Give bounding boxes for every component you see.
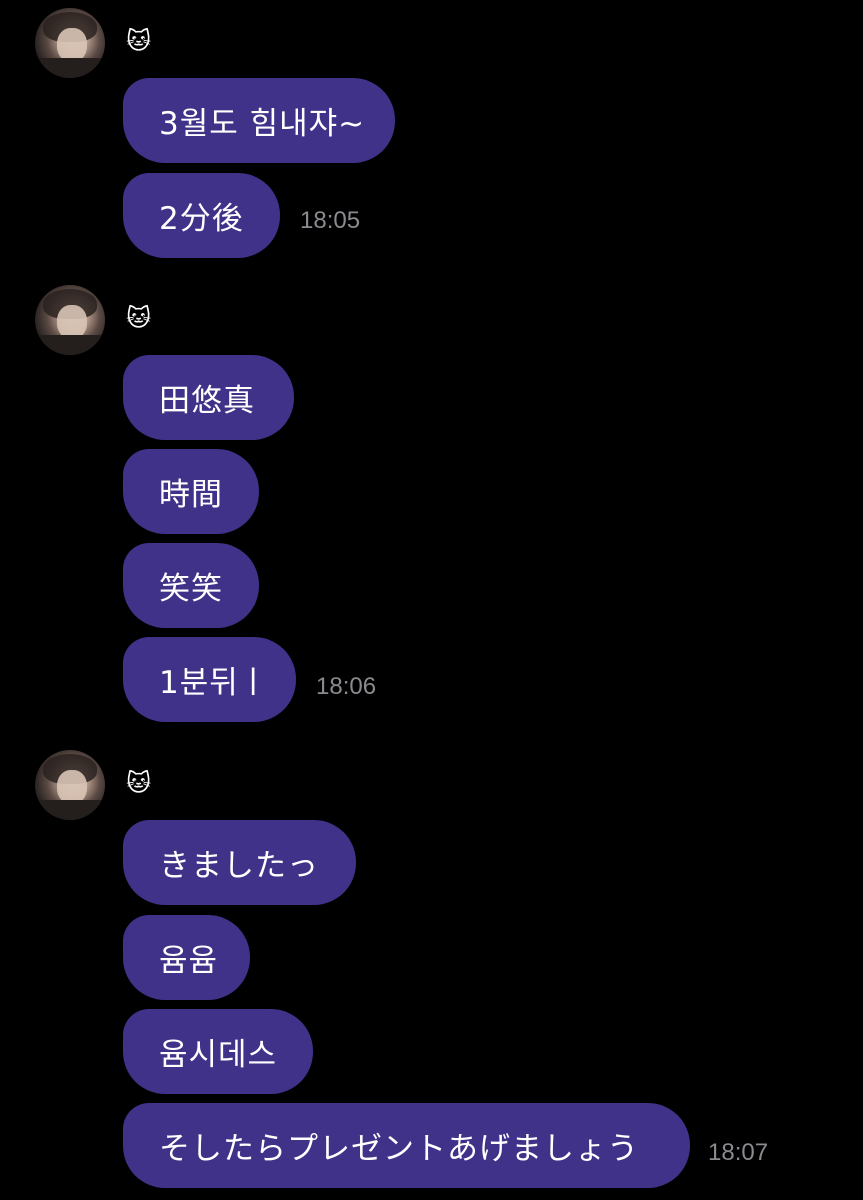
timestamp: 18:06: [316, 673, 377, 700]
sender-name: 🐱: [126, 27, 152, 55]
message-bubble[interactable]: そしたらプレゼントあげましょう: [123, 1103, 690, 1188]
avatar-face: [57, 28, 87, 62]
timestamp: 18:05: [300, 207, 361, 234]
avatar-face: [57, 770, 87, 804]
message-bubble[interactable]: きましたっ: [123, 820, 356, 905]
sender-name: 🐱: [126, 769, 152, 797]
avatar[interactable]: [35, 8, 105, 78]
chat-thread: 🐱 3월도 힘내쟈~ 2分後 18:05 🐱 田悠真 時間 笑笑 1분뒤ㅣ 18…: [0, 0, 863, 1200]
avatar-shoulder: [35, 58, 105, 78]
message-bubble[interactable]: 笑笑: [123, 543, 259, 628]
message-bubble[interactable]: 윰시데스: [123, 1009, 313, 1094]
avatar-shoulder: [35, 335, 105, 355]
timestamp: 18:07: [708, 1139, 769, 1166]
message-bubble[interactable]: 時間: [123, 449, 259, 534]
avatar[interactable]: [35, 750, 105, 820]
message-bubble[interactable]: 3월도 힘내쟈~: [123, 78, 395, 163]
message-bubble[interactable]: 田悠真: [123, 355, 294, 440]
sender-name: 🐱: [126, 304, 152, 332]
avatar-shoulder: [35, 800, 105, 820]
message-bubble[interactable]: 2分後: [123, 173, 280, 258]
avatar-face: [57, 305, 87, 339]
message-bubble[interactable]: 1분뒤ㅣ: [123, 637, 296, 722]
avatar[interactable]: [35, 285, 105, 355]
message-bubble[interactable]: 윰윰: [123, 915, 250, 1000]
